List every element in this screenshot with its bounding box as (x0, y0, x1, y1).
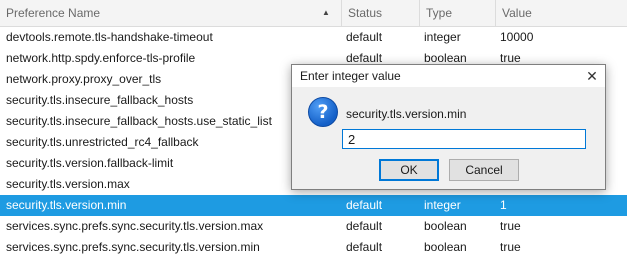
column-header-preference[interactable]: Preference Name (0, 0, 342, 26)
status-cell: default (346, 219, 383, 233)
type-cell: boolean (424, 219, 467, 233)
dialog-titlebar[interactable]: Enter integer value ✕ (292, 65, 605, 87)
pref-name-cell: security.tls.version.min (6, 198, 127, 212)
value-cell: true (500, 219, 521, 233)
dialog-body: ? security.tls.version.min OK Cancel (292, 87, 605, 189)
question-icon: ? (308, 97, 338, 127)
pref-name-cell: services.sync.prefs.sync.security.tls.ve… (6, 219, 264, 233)
status-cell: default (346, 30, 383, 44)
value-cell: 1 (500, 198, 507, 212)
dialog-pref-label: security.tls.version.min (346, 107, 467, 121)
column-header-type[interactable]: Type (420, 0, 496, 26)
column-header-value[interactable]: Value (496, 0, 627, 26)
status-cell: default (346, 198, 383, 212)
type-cell: boolean (424, 240, 467, 254)
pref-name-cell: devtools.remote.tls-handshake-timeout (6, 30, 213, 44)
table-row[interactable]: services.sync.prefs.sync.security.tls.ve… (0, 216, 627, 237)
table-row[interactable]: services.sync.prefs.sync.security.tls.ve… (0, 237, 627, 258)
cancel-button[interactable]: Cancel (449, 159, 519, 181)
type-cell: integer (424, 198, 461, 212)
close-icon[interactable]: ✕ (583, 67, 601, 85)
pref-name-cell: services.sync.prefs.sync.security.tls.ve… (6, 240, 260, 254)
status-cell: default (346, 240, 383, 254)
column-header-status[interactable]: Status (342, 0, 420, 26)
dialog-title: Enter integer value (300, 69, 401, 83)
ok-button[interactable]: OK (379, 159, 439, 181)
table-row-selected[interactable]: security.tls.version.min default integer 1 (0, 195, 627, 216)
table-header: Preference Name ▲ Status Type Value (0, 0, 627, 27)
value-cell: 10000 (500, 30, 534, 44)
value-cell: true (500, 240, 521, 254)
integer-input-dialog: Enter integer value ✕ ? security.tls.ver… (291, 64, 606, 190)
integer-value-input[interactable] (342, 129, 586, 149)
table-row[interactable]: devtools.remote.tls-handshake-timeout def… (0, 27, 627, 48)
type-cell: integer (424, 30, 461, 44)
sort-ascending-icon: ▲ (322, 8, 330, 17)
